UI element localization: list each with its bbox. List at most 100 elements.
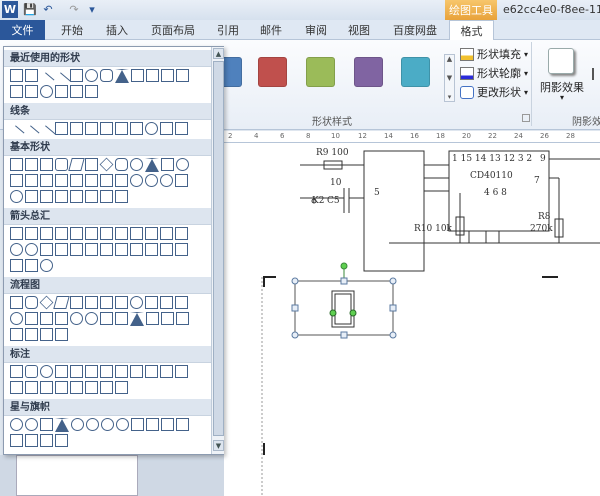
flowchart-direct-access-icon[interactable] bbox=[40, 328, 53, 341]
24-point-star-icon[interactable] bbox=[101, 418, 114, 431]
left-up-arrow-icon[interactable] bbox=[160, 227, 173, 240]
trapezoid-icon[interactable] bbox=[85, 158, 98, 171]
rounded-rectangle-icon[interactable] bbox=[55, 158, 68, 171]
accent-border-callout-4-icon[interactable] bbox=[115, 381, 128, 394]
line-callout-3-icon[interactable] bbox=[100, 365, 113, 378]
triangle-shape-icon[interactable] bbox=[115, 69, 129, 83]
tab-mailings[interactable]: 邮件 bbox=[257, 20, 285, 40]
brace-pair-icon[interactable] bbox=[55, 190, 68, 203]
curved-double-arrow-icon[interactable] bbox=[130, 122, 143, 135]
save-icon[interactable]: 💾 bbox=[22, 1, 38, 18]
freeform-icon[interactable] bbox=[160, 122, 173, 135]
accent-border-callout-3-icon[interactable] bbox=[100, 381, 113, 394]
accent-callout-3-icon[interactable] bbox=[160, 365, 173, 378]
line-callout-4-icon[interactable] bbox=[115, 365, 128, 378]
right-brace-shape-icon[interactable] bbox=[85, 85, 98, 98]
rectangle-shape-icon[interactable] bbox=[70, 69, 83, 82]
shape-outline-button[interactable]: 形状轮廓 ▾ bbox=[460, 65, 528, 81]
flowchart-decision-icon[interactable] bbox=[39, 295, 54, 310]
flowchart-manual-input-icon[interactable] bbox=[160, 296, 173, 309]
plaque-icon[interactable] bbox=[100, 174, 113, 187]
shadow-nudge-icon[interactable] bbox=[592, 68, 600, 80]
explosion-1-icon[interactable] bbox=[10, 418, 23, 431]
quad-arrow-icon[interactable] bbox=[100, 227, 113, 240]
elbow-connector-icon[interactable] bbox=[55, 122, 68, 135]
smiley-icon[interactable] bbox=[130, 174, 143, 187]
curved-arrow-icon[interactable] bbox=[115, 122, 128, 135]
no-symbol-icon[interactable] bbox=[160, 174, 173, 187]
notched-right-arrow-icon[interactable] bbox=[85, 243, 98, 256]
arc-shape-icon[interactable] bbox=[40, 85, 53, 98]
line-callout-1-icon[interactable] bbox=[70, 365, 83, 378]
rounded-rectangle-2-icon[interactable] bbox=[115, 158, 128, 171]
flowchart-sort-icon[interactable] bbox=[115, 312, 128, 325]
textbox-shape-icon[interactable] bbox=[10, 69, 23, 82]
frame-icon[interactable] bbox=[55, 174, 68, 187]
tab-file[interactable]: 文件 bbox=[0, 20, 45, 40]
striped-right-arrow-icon[interactable] bbox=[70, 243, 83, 256]
tab-view[interactable]: 视图 bbox=[345, 20, 373, 40]
undo-icon[interactable]: ↶ bbox=[40, 1, 56, 18]
shape-style-aqua[interactable] bbox=[401, 57, 430, 87]
dialog-launcher-icon[interactable] bbox=[522, 114, 530, 122]
rect-callout-icon[interactable] bbox=[10, 365, 23, 378]
accent-border-callout-2-icon[interactable] bbox=[85, 381, 98, 394]
scroll-down-button[interactable]: ▼ bbox=[213, 440, 224, 451]
tab-format[interactable]: 格式 bbox=[449, 20, 494, 41]
curved-right-arrow-icon[interactable] bbox=[10, 243, 23, 256]
shapes-dropdown-panel[interactable]: 最近使用的形状 线条 基本形状 箭头总汇 流程图 标注 星与旗帜 ▲ ▼ bbox=[3, 46, 224, 455]
tab-references[interactable]: 引用 bbox=[214, 20, 242, 40]
change-shape-button[interactable]: 更改形状 ▾ bbox=[460, 84, 528, 100]
left-brace-shape-icon[interactable] bbox=[70, 85, 83, 98]
right-bracket-icon[interactable] bbox=[85, 190, 98, 203]
circle-icon[interactable] bbox=[176, 158, 189, 171]
rounded-rect-callout-icon[interactable] bbox=[25, 365, 38, 378]
left-bracket-icon[interactable] bbox=[70, 190, 83, 203]
horizontal-scroll-icon[interactable] bbox=[25, 434, 38, 447]
hexagon-icon[interactable] bbox=[10, 174, 23, 187]
right-arrow-shape-icon[interactable] bbox=[161, 69, 174, 82]
tab-insert[interactable]: 插入 bbox=[103, 20, 131, 40]
scribble-icon[interactable] bbox=[175, 122, 188, 135]
curved-down-ribbon-icon[interactable] bbox=[176, 418, 189, 431]
vertical-scroll-icon[interactable] bbox=[10, 434, 23, 447]
elbow-arrow-connector-icon[interactable] bbox=[146, 69, 159, 82]
flowchart-predefined-process-icon[interactable] bbox=[70, 296, 83, 309]
elbow-arrow-icon[interactable] bbox=[70, 122, 83, 135]
flowchart-connector-icon[interactable] bbox=[10, 312, 23, 325]
flowchart-stored-data-icon[interactable] bbox=[161, 312, 174, 325]
flowchart-or-icon[interactable] bbox=[85, 312, 98, 325]
flowchart-data-icon[interactable] bbox=[53, 296, 70, 309]
left-arrow-callout-icon[interactable] bbox=[160, 243, 173, 256]
accent-callout-4-icon[interactable] bbox=[175, 365, 188, 378]
accent-border-callout-1-icon[interactable] bbox=[70, 381, 83, 394]
curve-icon[interactable] bbox=[145, 122, 158, 135]
oval-shape-icon[interactable] bbox=[85, 69, 98, 82]
elbow-double-arrow-icon[interactable] bbox=[85, 122, 98, 135]
tab-page-layout[interactable]: 页面布局 bbox=[147, 20, 199, 40]
oval-callout-icon[interactable] bbox=[40, 365, 53, 378]
half-frame-icon[interactable] bbox=[70, 174, 83, 187]
chevron-arrow-icon[interactable] bbox=[115, 243, 128, 256]
left-right-arrow-callout-icon[interactable] bbox=[10, 259, 23, 272]
flowchart-magnetic-disk-icon[interactable] bbox=[25, 328, 38, 341]
flowchart-process-icon[interactable] bbox=[10, 296, 23, 309]
curved-down-arrow-icon[interactable] bbox=[55, 243, 68, 256]
flowchart-punched-tape-icon[interactable] bbox=[55, 312, 68, 325]
circular-arrow-icon[interactable] bbox=[40, 259, 53, 272]
tab-home[interactable]: 开始 bbox=[58, 20, 86, 40]
flowchart-extract-icon[interactable] bbox=[130, 312, 144, 326]
rectangle-icon[interactable] bbox=[40, 158, 53, 171]
border-callout-4-icon[interactable] bbox=[55, 381, 68, 394]
curve-shape-icon[interactable] bbox=[55, 85, 68, 98]
flowchart-display-icon[interactable] bbox=[55, 328, 68, 341]
down-ribbon-icon[interactable] bbox=[146, 418, 159, 431]
scroll-thumb[interactable] bbox=[213, 61, 224, 436]
left-arrow-icon[interactable] bbox=[25, 227, 38, 240]
4-point-star-icon[interactable] bbox=[40, 418, 53, 431]
border-callout-3-icon[interactable] bbox=[40, 381, 53, 394]
5-point-star-icon[interactable] bbox=[55, 418, 69, 432]
up-ribbon-icon[interactable] bbox=[131, 418, 144, 431]
wave-icon[interactable] bbox=[40, 434, 53, 447]
bent-up-arrow-icon[interactable] bbox=[175, 227, 188, 240]
